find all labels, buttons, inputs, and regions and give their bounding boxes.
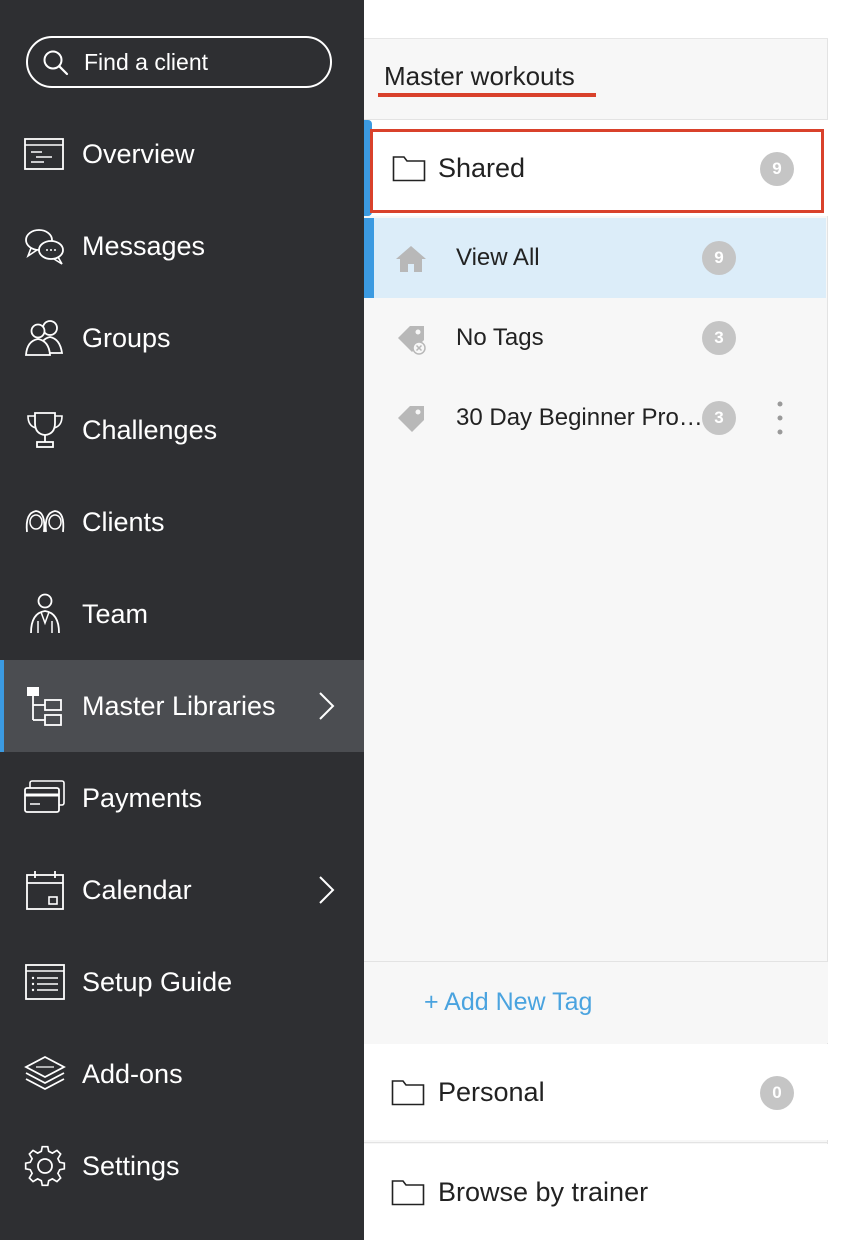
tag-label: No Tags [456, 324, 544, 351]
sidebar-item-label: Master Libraries [82, 690, 276, 721]
sidebar-item-overview[interactable]: Overview [0, 108, 364, 200]
groups-icon [25, 320, 64, 356]
content-area [828, 38, 852, 1240]
sidebar-item-label: Calendar [82, 874, 192, 905]
search-icon [43, 50, 69, 76]
folder-icon [391, 1080, 425, 1106]
more-options-icon[interactable] [772, 398, 788, 438]
search-box[interactable] [26, 36, 332, 88]
sidebar-item-label: Team [82, 598, 149, 629]
gear-icon [24, 1145, 66, 1187]
folder-icon [391, 1180, 425, 1206]
tag-label: View All [456, 244, 540, 271]
sidebar-item-label: Add-ons [82, 1058, 183, 1089]
count-badge: 3 [702, 321, 736, 355]
sidebar-item-groups[interactable]: Groups [0, 292, 364, 384]
sidebar-item-label: Groups [82, 322, 171, 353]
tag-label: 30 Day Beginner Pro… [456, 404, 703, 431]
sidebar-item-setup-guide[interactable]: Setup Guide [0, 936, 364, 1028]
sidebar-item-team[interactable]: Team [0, 568, 364, 660]
folder-browse-by-trainer[interactable]: Browse by trainer [364, 1144, 828, 1240]
selection-indicator [364, 120, 372, 216]
sidebar-item-add-ons[interactable]: Add-ons [0, 1028, 364, 1120]
tag-icon [398, 406, 424, 432]
master-workouts-panel: Master workouts Shared 9 View All 9 No T… [364, 38, 828, 1240]
sidebar-item-calendar[interactable]: Calendar [0, 844, 364, 936]
sidebar-item-label: Setup Guide [82, 966, 233, 997]
sidebar-item-label: Challenges [82, 414, 218, 445]
count-badge: 0 [760, 1076, 794, 1110]
search-input[interactable] [84, 46, 314, 78]
overview-icon [24, 138, 64, 170]
sidebar-item-label: Messages [82, 230, 206, 261]
folder-label: Shared [438, 152, 526, 183]
page-title: Master workouts [384, 61, 575, 91]
count-badge: 9 [702, 241, 736, 275]
trophy-icon [27, 412, 63, 448]
sidebar-item-payments[interactable]: Payments [0, 752, 364, 844]
folder-icon [392, 156, 426, 182]
sidebar-item-settings[interactable]: Settings [0, 1120, 364, 1212]
divider [364, 1142, 828, 1143]
count-badge: 9 [760, 152, 794, 186]
chevron-right-icon [319, 876, 335, 904]
sidebar-item-label: Settings [82, 1150, 180, 1181]
title-underline-annotation [378, 93, 596, 97]
tag-item-view-all[interactable]: View All 9 [364, 218, 826, 298]
chevron-right-icon [319, 692, 335, 720]
sidebar-item-label: Payments [82, 782, 203, 813]
layers-icon [24, 1055, 66, 1091]
tag-item-no-tags[interactable]: No Tags 3 [364, 298, 826, 378]
credit-card-icon [24, 780, 65, 813]
add-new-tag-link[interactable]: + Add New Tag [424, 988, 592, 1017]
sidebar-item-label: Overview [82, 138, 195, 169]
tag-x-icon [398, 326, 426, 355]
clients-icon [25, 510, 65, 533]
folder-personal[interactable]: Personal 0 [364, 1044, 828, 1140]
sidebar-item-label: Clients [82, 506, 165, 537]
home-icon [396, 246, 426, 272]
folder-shared[interactable]: Shared 9 [364, 120, 828, 216]
tag-item-30-day-beginner[interactable]: 30 Day Beginner Pro… 3 [364, 378, 826, 458]
sidebar: Overview Messages Groups Chall [0, 0, 364, 1240]
hierarchy-icon [27, 687, 62, 726]
messages-icon [25, 229, 64, 265]
team-icon [30, 593, 60, 634]
sidebar-item-challenges[interactable]: Challenges [0, 384, 364, 476]
count-badge: 3 [702, 401, 736, 435]
sidebar-item-master-libraries[interactable]: Master Libraries [0, 660, 364, 752]
add-tag-area: + Add New Tag [364, 961, 828, 1043]
list-icon [25, 964, 65, 1000]
folder-label: Browse by trainer [438, 1176, 649, 1207]
calendar-icon [26, 871, 64, 910]
sidebar-item-messages[interactable]: Messages [0, 200, 364, 292]
sidebar-item-clients[interactable]: Clients [0, 476, 364, 568]
top-bar [364, 0, 852, 38]
folder-label: Personal [438, 1076, 545, 1107]
